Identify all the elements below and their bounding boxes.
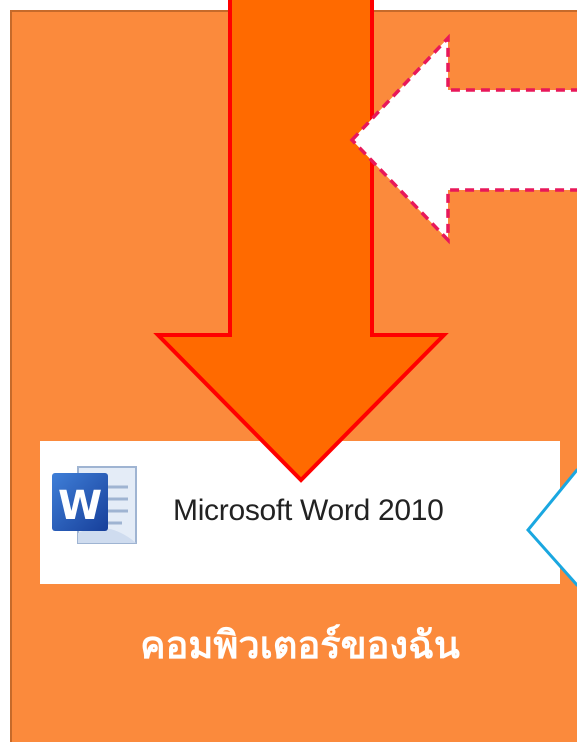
down-arrow-icon — [153, 0, 449, 483]
left-arrow-dashed-icon — [349, 33, 577, 245]
my-computer-caption: คอมพิวเตอร์ของฉัน — [140, 623, 460, 667]
slide-canvas: W Microsoft Word 2010 คอมพิวเตอร์ของฉัน — [0, 0, 577, 742]
callout-pointer-icon — [526, 468, 577, 587]
